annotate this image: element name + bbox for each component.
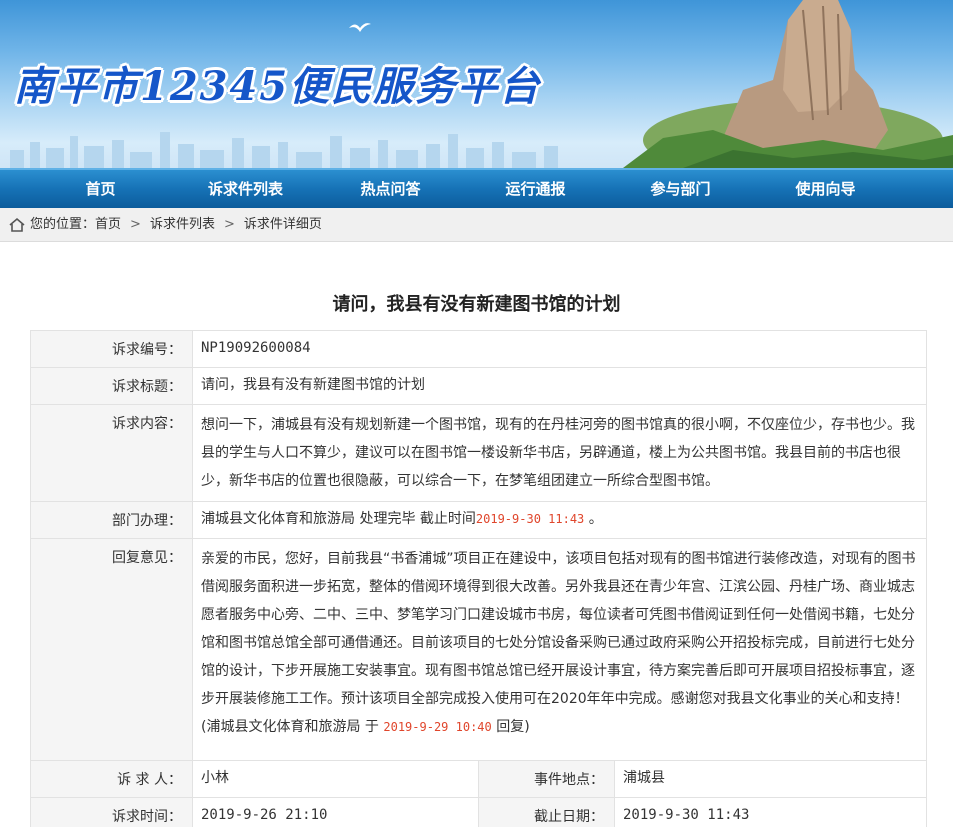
id-label: 诉求编号：	[30, 330, 193, 368]
home-icon	[9, 217, 25, 232]
nav-item-departments[interactable]: 参与部门	[608, 170, 753, 208]
deadline-label: 截止日期：	[478, 797, 615, 827]
breadcrumb-current: 诉求件详细页	[243, 216, 322, 232]
breadcrumb-petition-list[interactable]: 诉求件列表	[150, 208, 215, 242]
petition-detail-table: 诉求编号： NP19092600084 诉求标题： 请问，我县有没有新建图书馆的…	[30, 330, 927, 827]
title-label: 诉求标题：	[30, 367, 193, 405]
row-content: 诉求内容： 想问一下，浦城县有没有规划新建一个图书馆，现有的在丹桂河旁的图书馆真…	[30, 404, 927, 502]
breadcrumb: 您的位置： 首页 > 诉求件列表 > 诉求件详细页	[0, 208, 953, 242]
reply-sign-time: 2019-9-29 10:40	[383, 720, 492, 734]
nav-item-hot-qa[interactable]: 热点问答	[318, 170, 463, 208]
time-value: 2019-9-26 21:10	[192, 797, 479, 827]
reply-sign-prefix: (浦城县文化体育和旅游局 于	[201, 719, 384, 735]
breadcrumb-separator: >	[223, 216, 235, 232]
row-title: 诉求标题： 请问，我县有没有新建图书馆的计划	[30, 367, 927, 405]
reply-label: 回复意见：	[30, 538, 193, 761]
nav-item-user-guide[interactable]: 使用向导	[753, 170, 898, 208]
petitioner-label: 诉 求 人：	[30, 760, 193, 798]
main-nav: 首页 诉求件列表 热点问答 运行通报 参与部门 使用向导	[0, 168, 953, 208]
title-value: 请问，我县有没有新建图书馆的计划	[192, 367, 927, 405]
dept-suffix: 。	[584, 511, 603, 527]
breadcrumb-home[interactable]: 首页	[95, 208, 121, 242]
reply-value: 亲爱的市民，您好，目前我县“书香浦城”项目正在建设中，该项目包括对现有的图书馆进…	[201, 551, 916, 707]
dept-deadline: 2019-9-30 11:43	[475, 512, 585, 526]
site-title: 南平市12345便民服务平台	[14, 63, 542, 110]
row-department: 部门办理： 浦城县文化体育和旅游局 处理完毕 截止时间2019-9-30 11:…	[30, 501, 927, 539]
page-title: 请问，我县有没有新建图书馆的计划	[332, 294, 621, 315]
dept-label: 部门办理：	[30, 501, 193, 539]
row-time-deadline: 诉求时间： 2019-9-26 21:10 截止日期： 2019-9-30 11…	[30, 797, 927, 827]
breadcrumb-separator: >	[130, 216, 141, 232]
city-skyline-graphic	[10, 132, 558, 168]
content-value: 想问一下，浦城县有没有规划新建一个图书馆，现有的在丹桂河旁的图书馆真的很小啊，不…	[192, 404, 927, 502]
location-value: 浦城县	[614, 760, 927, 798]
content-label: 诉求内容：	[30, 404, 193, 502]
id-value: NP19092600084	[192, 330, 927, 368]
reply-sign-suffix: 回复)	[491, 719, 530, 735]
nav-item-operation-report[interactable]: 运行通报	[463, 170, 608, 208]
bird-icon	[349, 23, 371, 32]
nav-item-home[interactable]: 首页	[28, 170, 173, 208]
location-label: 事件地点：	[478, 760, 615, 798]
header-banner: 南平市12345便民服务平台	[0, 0, 953, 168]
danxia-rock-graphic	[623, 0, 953, 168]
petitioner-value: 小林	[192, 760, 479, 798]
deadline-value: 2019-9-30 11:43	[614, 797, 927, 827]
nav-item-petition-list[interactable]: 诉求件列表	[173, 170, 318, 208]
row-id: 诉求编号： NP19092600084	[30, 330, 927, 368]
time-label: 诉求时间：	[30, 797, 193, 827]
dept-status: 浦城县文化体育和旅游局 处理完毕 截止时间	[201, 511, 476, 527]
breadcrumb-prefix: 您的位置：	[30, 216, 96, 232]
row-petitioner-location: 诉 求 人： 小林 事件地点： 浦城县	[30, 760, 927, 798]
reply-signature: (浦城县文化体育和旅游局 于 2019-9-29 10:40 回复)	[201, 713, 918, 741]
row-reply: 回复意见： 亲爱的市民，您好，目前我县“书香浦城”项目正在建设中，该项目包括对现…	[30, 538, 927, 761]
